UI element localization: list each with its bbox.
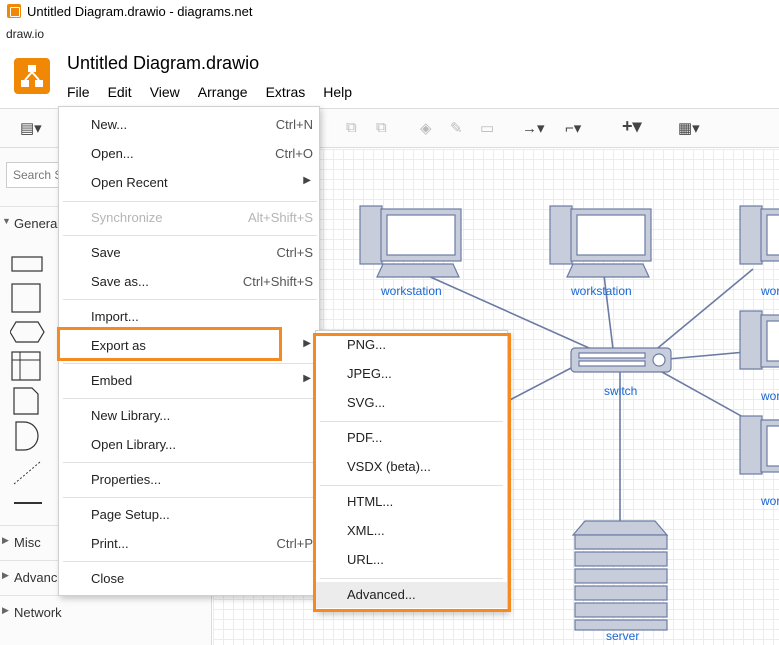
menu-item-page-setup[interactable]: Page Setup... xyxy=(59,502,321,528)
section-label: General xyxy=(14,216,61,231)
menu-item-new[interactable]: New... Ctrl+N xyxy=(59,112,321,138)
server-label: server xyxy=(606,629,640,643)
submenu-arrow-icon: ▶ xyxy=(303,338,311,349)
format-panel-icon[interactable]: ▤▾ xyxy=(20,119,42,137)
menu-item-label: Save as... xyxy=(91,274,149,289)
menu-item-label: Open Library... xyxy=(91,437,177,452)
menu-file[interactable]: File xyxy=(58,82,99,102)
menu-separator xyxy=(63,201,317,202)
export-as-highlight-box xyxy=(57,327,282,361)
menu-item-open[interactable]: Open... Ctrl+O xyxy=(59,141,321,167)
submenu-arrow-icon: ▶ xyxy=(303,373,311,384)
menu-item-print[interactable]: Print... Ctrl+P xyxy=(59,531,321,557)
menu-bar: File Edit View Arrange Extras Help xyxy=(58,82,361,102)
menu-item-shortcut: Ctrl+Shift+S xyxy=(242,274,313,289)
menu-view[interactable]: View xyxy=(141,82,189,102)
workstation-node-2 xyxy=(549,205,652,278)
collapse-arrow-icon: ▶ xyxy=(2,605,9,615)
general-shapes-palette[interactable] xyxy=(10,252,60,512)
menu-item-close[interactable]: Close xyxy=(59,566,321,592)
menu-item-save-as[interactable]: Save as... Ctrl+Shift+S xyxy=(59,269,321,295)
switch-node xyxy=(570,347,672,373)
table-icon[interactable]: ▦▾ xyxy=(678,119,700,137)
switch-label: switch xyxy=(604,384,638,398)
menu-separator xyxy=(63,299,317,300)
workstation-node-1 xyxy=(359,205,462,278)
menu-item-label: Page Setup... xyxy=(91,507,170,522)
menu-separator xyxy=(63,497,317,498)
menu-item-label: Open... xyxy=(91,146,134,161)
workstation-node-partial xyxy=(739,205,779,475)
to-back-icon[interactable]: ⧉ xyxy=(376,119,387,136)
menu-item-shortcut: Ctrl+N xyxy=(275,117,313,132)
menu-item-shortcut: Ctrl+O xyxy=(275,146,313,161)
waypoints-icon[interactable]: ⌐▾ xyxy=(565,119,581,137)
section-label: Misc xyxy=(14,535,41,550)
document-title[interactable]: Untitled Diagram.drawio xyxy=(67,53,259,74)
menu-item-label: Save xyxy=(91,245,121,260)
server-node xyxy=(571,520,669,631)
menu-arrange[interactable]: Arrange xyxy=(189,82,257,102)
connection-arrow-icon[interactable]: →▾ xyxy=(522,119,545,137)
menu-item-label: Import... xyxy=(91,309,139,324)
menu-item-properties[interactable]: Properties... xyxy=(59,467,321,493)
menu-item-label: Print... xyxy=(91,536,129,551)
menu-item-label: New... xyxy=(91,117,128,132)
menu-item-shortcut: Ctrl+P xyxy=(276,536,313,551)
menu-item-label: Close xyxy=(91,571,125,586)
menu-item-label: Properties... xyxy=(91,472,162,487)
collapse-arrow-icon: ▶ xyxy=(2,535,9,545)
menu-item-save[interactable]: Save Ctrl+S xyxy=(59,240,321,266)
url-bar[interactable]: draw.io xyxy=(0,22,779,44)
collapse-arrow-icon: ▶ xyxy=(2,570,9,580)
app-header: Untitled Diagram.drawio File Edit View A… xyxy=(0,44,779,108)
menu-item-label: Open Recent xyxy=(91,175,168,190)
shadow-icon[interactable]: ▭ xyxy=(480,119,494,137)
workstation-label-2: workstation xyxy=(571,284,632,298)
export-submenu-highlight-box xyxy=(313,333,511,612)
to-front-icon[interactable]: ⧉ xyxy=(346,119,357,136)
workstation-label-partial-3: wor xyxy=(761,494,779,508)
drawio-logo-icon[interactable] xyxy=(14,58,50,94)
window-titlebar: Untitled Diagram.drawio - diagrams.net xyxy=(0,0,779,22)
menu-item-label: New Library... xyxy=(91,408,171,423)
menu-item-open-library[interactable]: Open Library... xyxy=(59,432,321,458)
section-label: Advance xyxy=(14,570,65,585)
menu-separator xyxy=(63,363,317,364)
window-title: Untitled Diagram.drawio - diagrams.net xyxy=(27,3,253,19)
menu-item-synchronize: Synchronize Alt+Shift+S xyxy=(59,205,321,231)
menu-separator xyxy=(63,462,317,463)
menu-separator xyxy=(63,235,317,236)
menu-item-open-recent[interactable]: Open Recent ▶ xyxy=(59,170,321,196)
menu-item-label: Embed xyxy=(91,373,133,388)
menu-item-shortcut: Ctrl+S xyxy=(276,245,313,260)
submenu-arrow-icon: ▶ xyxy=(303,175,311,186)
menu-item-embed[interactable]: Embed ▶ xyxy=(59,368,321,394)
workstation-label-partial-1: wor xyxy=(761,284,779,298)
menu-item-new-library[interactable]: New Library... xyxy=(59,403,321,429)
menu-help[interactable]: Help xyxy=(314,82,361,102)
workstation-label-1: workstation xyxy=(381,284,442,298)
drawio-favicon-icon xyxy=(7,4,21,18)
line-color-icon[interactable]: ✎ xyxy=(450,119,463,137)
expand-arrow-icon: ▼ xyxy=(2,216,11,226)
section-label: Network xyxy=(14,605,62,620)
fill-color-icon[interactable]: ◈ xyxy=(420,119,432,137)
menu-extras[interactable]: Extras xyxy=(257,82,315,102)
menu-separator xyxy=(63,398,317,399)
menu-separator xyxy=(63,561,317,562)
insert-plus-icon[interactable]: +▾ xyxy=(622,116,642,137)
menu-edit[interactable]: Edit xyxy=(99,82,141,102)
menu-item-label: Synchronize xyxy=(91,210,163,225)
workstation-label-partial-2: wor xyxy=(761,389,779,403)
menu-item-shortcut: Alt+Shift+S xyxy=(247,210,313,225)
sidebar-section-network[interactable]: ▶ Network xyxy=(0,595,212,629)
